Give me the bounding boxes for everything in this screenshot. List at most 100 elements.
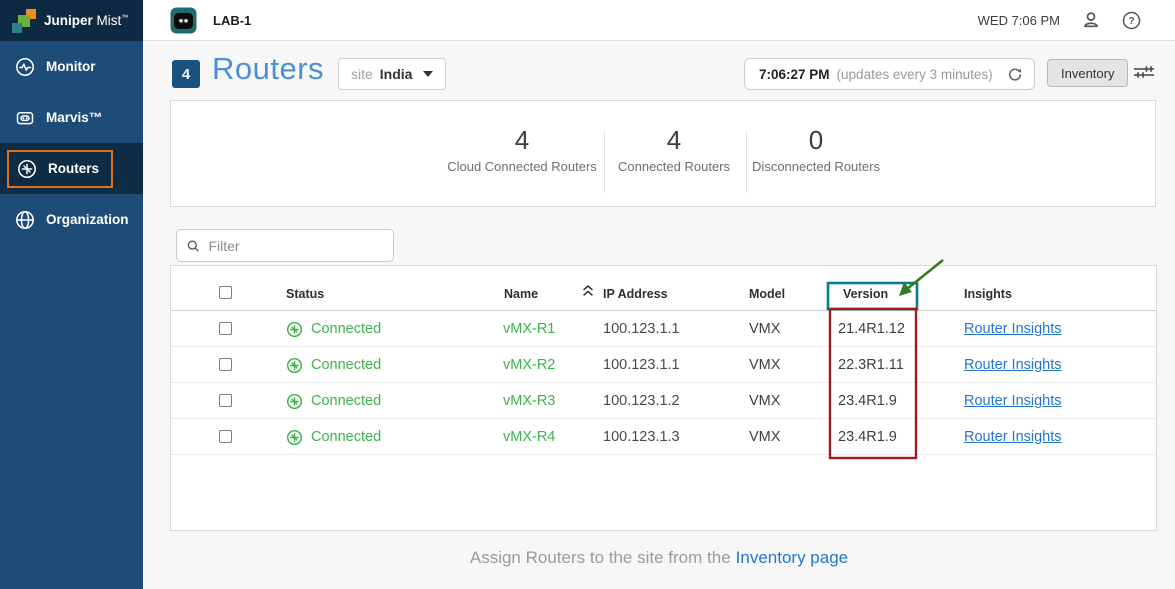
sidebar-item-label: Routers: [48, 161, 99, 176]
sort-ascending-icon[interactable]: [582, 284, 594, 302]
main-content: 4 Routers site India 7:06:27 PM (updates…: [143, 41, 1175, 589]
stat-value: 4: [447, 125, 597, 156]
router-insights-link[interactable]: Router Insights: [964, 321, 1062, 337]
inventory-button[interactable]: Inventory: [1047, 59, 1128, 87]
marvis-org-icon: [170, 7, 197, 34]
model-cell: VMX: [749, 419, 780, 455]
app-window: Juniper Mist™ Monitor Marvis™ Routers Or…: [0, 0, 1175, 589]
table-row: Connected vMX-R2 100.123.1.1 VMX 22.3R1.…: [171, 347, 1156, 383]
stat-label: Disconnected Routers: [752, 159, 880, 174]
sidebar-item-organization[interactable]: Organization: [0, 194, 143, 245]
stat-label: Cloud Connected Routers: [447, 159, 597, 174]
refresh-time: 7:06:27 PM: [759, 67, 830, 82]
brand-logo: Juniper Mist™: [0, 0, 143, 41]
router-name-link[interactable]: vMX-R1: [503, 321, 555, 337]
inventory-page-link[interactable]: Inventory page: [736, 548, 848, 567]
insights-cell: Router Insights: [964, 347, 1062, 383]
connected-status-icon: [286, 393, 303, 410]
router-insights-link[interactable]: Router Insights: [964, 429, 1062, 445]
select-all-checkbox[interactable]: [219, 286, 232, 299]
row-checkbox[interactable]: [219, 322, 232, 335]
table-row: Connected vMX-R4 100.123.1.3 VMX 23.4R1.…: [171, 419, 1156, 455]
ip-cell: 100.123.1.1: [603, 347, 680, 383]
version-cell: 21.4R1.12: [838, 311, 905, 347]
name-cell: vMX-R1: [503, 311, 555, 347]
row-checkbox[interactable]: [219, 394, 232, 407]
page-header: 4 Routers site India 7:06:27 PM (updates…: [143, 41, 1175, 100]
model-cell: VMX: [749, 347, 780, 383]
status-text: Connected: [311, 347, 381, 383]
status-cell: Connected: [286, 419, 381, 455]
stat-cloud-connected[interactable]: 4 Cloud Connected Routers: [447, 125, 597, 174]
status-cell: Connected: [286, 347, 381, 383]
table-body: Connected vMX-R1 100.123.1.1 VMX 21.4R1.…: [171, 311, 1156, 455]
stat-connected[interactable]: 4 Connected Routers: [618, 125, 730, 174]
summary-stats-card: 4 Cloud Connected Routers 4 Connected Ro…: [170, 100, 1156, 207]
assign-hint: Assign Routers to the site from the Inven…: [143, 548, 1175, 568]
sidebar-item-monitor[interactable]: Monitor: [0, 41, 143, 92]
connected-status-icon: [286, 429, 303, 446]
column-header-version[interactable]: Version: [843, 287, 888, 301]
table-settings-icon[interactable]: [1133, 65, 1155, 84]
filter-input[interactable]: [208, 238, 383, 254]
stat-value: 4: [618, 125, 730, 156]
stat-divider: [604, 131, 605, 193]
version-cell: 23.4R1.9: [838, 383, 897, 419]
sidebar-item-routers[interactable]: Routers: [0, 143, 143, 194]
name-cell: vMX-R4: [503, 419, 555, 455]
ip-cell: 100.123.1.2: [603, 383, 680, 419]
sidebar-item-marvis[interactable]: Marvis™: [0, 92, 143, 143]
table-row: Connected vMX-R1 100.123.1.1 VMX 21.4R1.…: [171, 311, 1156, 347]
router-name-link[interactable]: vMX-R2: [503, 357, 555, 373]
router-name-link[interactable]: vMX-R4: [503, 429, 555, 445]
table-row: Connected vMX-R3 100.123.1.2 VMX 23.4R1.…: [171, 383, 1156, 419]
routers-active-highlight: Routers: [7, 150, 113, 188]
name-cell: vMX-R3: [503, 383, 555, 419]
insights-cell: Router Insights: [964, 311, 1062, 347]
brand-name: Juniper Mist™: [44, 13, 128, 28]
sidebar-item-label: Monitor: [46, 59, 96, 74]
model-cell: VMX: [749, 311, 780, 347]
monitor-pulse-icon: [15, 57, 35, 77]
column-header-insights[interactable]: Insights: [964, 287, 1012, 301]
routers-table: Status Name IP Address Model Version Ins…: [170, 265, 1157, 531]
router-insights-link[interactable]: Router Insights: [964, 357, 1062, 373]
status-cell: Connected: [286, 311, 381, 347]
org-selector[interactable]: LAB-1: [170, 7, 251, 34]
router-insights-link[interactable]: Router Insights: [964, 393, 1062, 409]
filter-input-wrap: [176, 229, 394, 262]
status-text: Connected: [311, 311, 381, 347]
search-icon: [187, 239, 199, 253]
row-checkbox[interactable]: [219, 430, 232, 443]
stat-disconnected[interactable]: 0 Disconnected Routers: [752, 125, 880, 174]
column-header-model[interactable]: Model: [749, 287, 785, 301]
site-value: India: [380, 66, 413, 82]
refresh-icon[interactable]: [1007, 67, 1022, 82]
column-header-name[interactable]: Name: [504, 287, 538, 301]
insights-cell: Router Insights: [964, 383, 1062, 419]
site-selector[interactable]: site India: [338, 58, 446, 90]
column-header-status[interactable]: Status: [286, 287, 324, 301]
model-cell: VMX: [749, 383, 780, 419]
sidebar-nav: Monitor Marvis™ Routers Organization: [0, 41, 143, 245]
name-cell: vMX-R2: [503, 347, 555, 383]
stat-value: 0: [752, 125, 880, 156]
juniper-logo-icon: [12, 7, 40, 35]
help-icon[interactable]: ?: [1122, 11, 1141, 30]
status-cell: Connected: [286, 383, 381, 419]
svg-text:?: ?: [1128, 16, 1134, 27]
column-header-ip[interactable]: IP Address: [603, 287, 668, 301]
router-count-badge: 4: [172, 60, 200, 88]
ip-cell: 100.123.1.3: [603, 419, 680, 455]
router-name-link[interactable]: vMX-R3: [503, 393, 555, 409]
ip-cell: 100.123.1.1: [603, 311, 680, 347]
site-label: site: [351, 66, 373, 82]
assign-hint-text: Assign Routers to the site from the: [470, 548, 731, 567]
table-header-row: Status Name IP Address Model Version Ins…: [171, 266, 1156, 311]
org-name: LAB-1: [213, 13, 251, 28]
status-text: Connected: [311, 383, 381, 419]
account-icon[interactable]: [1082, 11, 1100, 29]
insights-cell: Router Insights: [964, 419, 1062, 455]
globe-icon: [15, 210, 35, 230]
row-checkbox[interactable]: [219, 358, 232, 371]
